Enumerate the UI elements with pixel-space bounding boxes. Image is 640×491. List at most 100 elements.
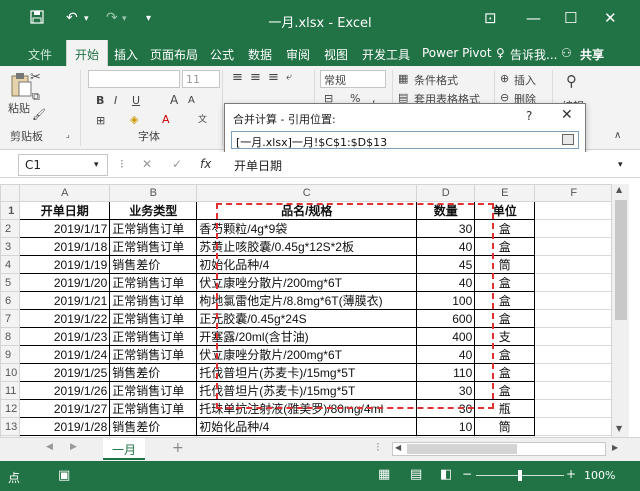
cell[interactable] — [534, 201, 614, 220]
cell[interactable]: 初始化品种/4 — [196, 255, 418, 274]
column-header[interactable]: A — [19, 184, 111, 202]
close-dialog-button[interactable]: ✕ — [561, 107, 573, 123]
macro-record-icon[interactable]: ▣ — [58, 468, 70, 483]
scroll-up-icon[interactable]: ▲ — [616, 185, 622, 194]
paste-icon[interactable] — [10, 72, 32, 101]
cell[interactable]: 正元胶囊/0.45g*24S — [196, 309, 418, 328]
font-size-select[interactable]: 11 — [182, 70, 220, 88]
cell[interactable]: 盒 — [474, 345, 536, 364]
cell[interactable] — [534, 237, 614, 256]
format-painter-icon[interactable]: 🖌 — [32, 108, 46, 121]
row-header[interactable]: 7 — [0, 309, 21, 328]
border-icon[interactable]: ⊞ — [96, 114, 105, 127]
cell[interactable]: 正常销售订单 — [109, 327, 198, 346]
cell[interactable]: 2019/1/28 — [19, 417, 111, 436]
sheet-tab-active[interactable]: 一月 — [103, 438, 145, 460]
page-break-view-icon[interactable]: ◧ — [440, 467, 452, 482]
cell[interactable]: 盒 — [474, 309, 536, 328]
cell[interactable]: 盒 — [474, 273, 536, 292]
row-header[interactable]: 13 — [0, 417, 21, 436]
cell[interactable]: 盒 — [474, 237, 536, 256]
cell[interactable]: 正常销售订单 — [109, 273, 198, 292]
find-icon[interactable]: ⚲ — [566, 72, 577, 90]
close-window-icon[interactable]: ✕ — [604, 9, 617, 27]
tab-data[interactable]: 数据 — [248, 46, 272, 63]
cell[interactable]: 600 — [416, 309, 476, 328]
h-scroll-thumb[interactable] — [407, 444, 517, 454]
cell[interactable]: 2019/1/21 — [19, 291, 111, 310]
insert-function-button[interactable]: fx — [200, 157, 211, 171]
row-header[interactable]: 6 — [0, 291, 21, 310]
row-header[interactable]: 1 — [0, 201, 21, 220]
cell[interactable]: 2019/1/23 — [19, 327, 111, 346]
cell[interactable]: 伏立康唑分散片/200mg*6T — [196, 345, 418, 364]
tell-me-search[interactable]: 告诉我... — [510, 46, 557, 63]
formula-content[interactable]: 开单日期 — [234, 157, 282, 174]
cell[interactable]: 45 — [416, 255, 476, 274]
expand-formula-bar-icon[interactable]: ▾ — [618, 160, 623, 170]
font-name-select[interactable] — [88, 70, 180, 88]
cell[interactable]: 2019/1/25 — [19, 363, 111, 382]
cell[interactable]: 2019/1/24 — [19, 345, 111, 364]
cell[interactable]: 30 — [416, 381, 476, 400]
cell[interactable]: 托珠单抗注射液(雅美罗)/80mg/4ml — [196, 399, 418, 418]
tab-formulas[interactable]: 公式 — [210, 46, 234, 63]
cell[interactable]: 开单日期 — [19, 201, 111, 220]
cell[interactable]: 筒 — [474, 255, 536, 274]
cell[interactable]: 正常销售订单 — [109, 237, 198, 256]
cell[interactable]: 业务类型 — [109, 201, 198, 220]
zoom-in-icon[interactable]: + — [566, 467, 576, 481]
cell[interactable]: 盒 — [474, 291, 536, 310]
tab-power-pivot[interactable]: Power Pivot — [422, 46, 492, 60]
cell[interactable]: 正常销售订单 — [109, 309, 198, 328]
row-header[interactable]: 11 — [0, 381, 21, 400]
cell[interactable]: 销售差价 — [109, 363, 198, 382]
collapse-ribbon-icon[interactable]: ∧ — [614, 130, 621, 141]
cell[interactable]: 筒 — [474, 417, 536, 436]
cell[interactable]: 2019/1/27 — [19, 399, 111, 418]
bold-button[interactable]: B — [96, 94, 104, 107]
cell[interactable]: 开塞露/20ml(含甘油) — [196, 327, 418, 346]
cell[interactable] — [534, 309, 614, 328]
tab-view[interactable]: 视图 — [324, 46, 348, 63]
scroll-thumb[interactable] — [615, 200, 627, 320]
fill-color-icon[interactable]: ◈ — [130, 113, 138, 126]
align-bottom-icon[interactable]: ≡ — [268, 70, 279, 85]
cell[interactable]: 托伐普坦片(苏麦卡)/15mg*5T — [196, 363, 418, 382]
prev-sheet-icon[interactable]: ◀ — [46, 442, 53, 452]
normal-view-icon[interactable]: ▦ — [378, 467, 390, 482]
cell[interactable]: 2019/1/26 — [19, 381, 111, 400]
reference-input[interactable]: [一月.xlsx]一月!$C$1:$D$13 — [231, 131, 579, 149]
cell[interactable] — [534, 417, 614, 436]
cell[interactable] — [534, 219, 614, 238]
cell[interactable]: 40 — [416, 273, 476, 292]
copy-icon[interactable]: ⧉ — [32, 90, 40, 104]
cell[interactable]: 苏黄止咳胶囊/0.45g*12S*2板 — [196, 237, 418, 256]
cell[interactable]: 2019/1/18 — [19, 237, 111, 256]
cell[interactable]: 单位 — [474, 201, 536, 220]
tab-page-layout[interactable]: 页面布局 — [150, 46, 198, 63]
cell[interactable] — [534, 363, 614, 382]
cell[interactable]: 2019/1/22 — [19, 309, 111, 328]
cell[interactable]: 品名/规格 — [196, 201, 418, 220]
tab-developer[interactable]: 开发工具 — [362, 46, 410, 63]
cell[interactable]: 40 — [416, 237, 476, 256]
cell[interactable]: 2019/1/17 — [19, 219, 111, 238]
cell[interactable] — [534, 291, 614, 310]
cell[interactable] — [534, 273, 614, 292]
scroll-down-icon[interactable]: ▼ — [616, 424, 622, 433]
cell[interactable]: 支 — [474, 327, 536, 346]
cell[interactable]: 盒 — [474, 219, 536, 238]
minimize-icon[interactable]: — — [526, 9, 541, 27]
tab-file[interactable]: 文件 — [28, 46, 52, 63]
cell[interactable]: 初始化品种/4 — [196, 417, 418, 436]
cancel-entry-button[interactable]: ✕ — [142, 157, 152, 171]
cell[interactable]: 110 — [416, 363, 476, 382]
cut-icon[interactable]: ✂ — [30, 70, 41, 85]
cell[interactable]: 400 — [416, 327, 476, 346]
horizontal-scrollbar[interactable]: ◀ — [392, 442, 606, 456]
page-layout-view-icon[interactable]: ▤ — [410, 467, 422, 482]
cell[interactable]: 伏立康唑分散片/200mg*6T — [196, 273, 418, 292]
cell[interactable]: 数量 — [416, 201, 476, 220]
cell[interactable]: 40 — [416, 345, 476, 364]
